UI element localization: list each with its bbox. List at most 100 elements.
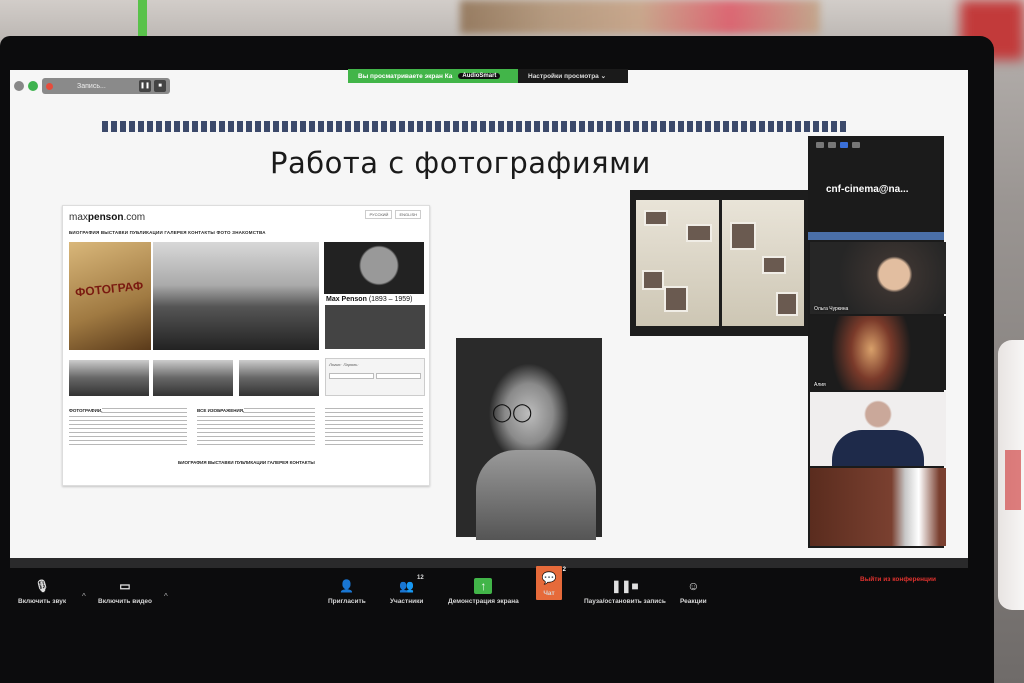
participants-count: 12 [417,575,424,581]
pause-stop-label: Пауза/остановить запись [584,598,666,605]
album-page-left [636,200,719,326]
recording-indicator: Запись... ❚❚ ■ [42,78,170,94]
site-logo-name: penson [87,212,124,223]
participants-panel: cnf-cinema@na... Ольга Чуркина Алия [808,136,946,548]
site-thumb [239,360,319,396]
slide-album-photo [630,190,810,336]
site-text-column [325,408,423,448]
recording-label: Запись... [77,82,106,90]
album-pages [636,200,804,326]
participant-shirt [832,430,924,466]
meeting-toolbar: 🎙 Включить звук ^ ▭ Включить видео ^ 👤 П… [10,566,968,620]
shield-icon[interactable] [28,81,38,91]
site-person-name: Max Penson (1893 – 1959) [326,296,412,303]
site-person-name-text: Max Penson [326,296,367,303]
invite-label: Пригласить [328,598,366,605]
album-page-right [721,200,804,326]
microphone-muted-icon: 🎙 [34,579,50,593]
site-photo-portrait [324,242,424,294]
background-object [138,0,147,38]
album-photo [686,224,712,242]
site-logo-suffix: .com [123,212,146,223]
record-dot-icon [46,82,53,90]
invite-button[interactable]: 👤 Пригласить [328,578,366,605]
chat-label: Чат [543,590,555,597]
host-name: cnf-cinema@na... [826,184,909,195]
participants-icon: 👥 12 [399,575,424,593]
pause-recording-button[interactable]: ❚❚ [139,80,151,92]
site-password-field [376,373,421,379]
participant-tile[interactable] [810,468,946,546]
leave-meeting-button[interactable]: Выйти из конференции [860,576,936,583]
site-person-years: (1893 – 1959) [368,296,413,303]
background-mug-print [1005,450,1021,510]
pause-stop-recording-button[interactable]: ❚❚■ Пауза/остановить запись [584,578,666,605]
view-options-label: Настройки просмотра ⌄ [528,73,607,80]
site-logo-prefix: max [69,212,88,223]
album-photo [729,222,756,250]
participant-tile[interactable]: Алия [810,316,946,390]
stop-recording-button[interactable]: ■ [154,80,166,92]
site-bio-block [325,305,425,349]
background-object [460,0,820,34]
portrait-glasses: ◯◯ [492,402,533,422]
share-banner-text: Вы просматриваете экран Ка [358,72,453,80]
site-password-label: Пароль: [343,362,359,367]
start-video-button[interactable]: ▭ Включить видео [98,578,152,605]
share-screen-label: Демонстрация экрана [448,598,519,605]
site-photo-poster: ФОТОГРАФ [69,242,151,350]
participant-name: Алия [814,382,826,388]
panel-view-icons [816,142,860,148]
share-screen-icon: ↑ [474,578,493,594]
participant-tile[interactable] [810,392,946,466]
portrait-body [476,450,596,540]
chat-count: 2 [562,567,566,573]
website-screenshot: maxpenson.com РУССКИЙ ENGLISH БИОГРАФИЯ … [62,205,430,486]
site-lang-ru: РУССКИЙ [365,210,393,219]
slide-portrait: ◯◯ [456,338,602,540]
share-banner-user: AudioSmart [458,73,501,79]
layout-icon[interactable] [828,142,836,148]
view-options-button[interactable]: Настройки просмотра ⌄ [518,69,628,83]
album-photo [664,286,688,312]
unmute-button[interactable]: 🎙 Включить звук [18,578,66,605]
expand-icon[interactable] [852,142,860,148]
site-thumb [69,360,149,396]
minimize-icon[interactable] [816,142,824,148]
site-nav: БИОГРАФИЯ ВЫСТАВКИ ПУБЛИКАЦИИ ГАЛЕРЕЯ КО… [69,230,266,235]
site-thumb [153,360,233,396]
chat-button[interactable]: 💬 2 Чат [536,566,566,600]
gallery-icon[interactable] [840,142,848,148]
panel-divider [808,232,944,240]
unmute-label: Включить звук [18,598,67,605]
site-login-field [329,373,374,379]
audio-options-chevron-icon[interactable]: ^ [82,592,86,601]
site-col-head: ФОТОГРАФИИ, [69,408,103,413]
site-lang-en: ENGLISH [395,210,421,219]
poster-text: ФОТОГРАФ [74,278,144,300]
site-logo: maxpenson.com [69,212,145,223]
pause-stop-icon: ❚❚■ [611,579,639,593]
add-user-icon: 👤 [339,579,355,593]
share-screen-button[interactable]: ↑ Демонстрация экрана [448,578,519,605]
site-photo-field [153,242,319,350]
site-login-fields [326,370,424,382]
reaction-smile-icon: ☺ [687,579,700,593]
slide-title: Работа с фотографиями [270,146,651,180]
album-photo [642,270,664,290]
participant-tile[interactable]: Ольга Чуркина [810,242,946,314]
slide-stripe [102,121,848,132]
site-footer-nav: БИОГРАФИЯ ВЫСТАВКИ ПУБЛИКАЦИИ ГАЛЕРЕЯ КО… [178,460,315,465]
participants-button[interactable]: 👥 12 Участники [390,575,424,605]
share-banner-status: Вы просматриваете экран Ка AudioSmart [348,69,518,83]
start-video-label: Включить видео [98,598,152,605]
share-banner: Вы просматриваете экран Ка AudioSmart На… [348,69,628,83]
video-options-chevron-icon[interactable]: ^ [164,592,168,601]
reactions-label: Реакции [680,598,707,605]
site-login-box: Логин: Пароль: [325,358,425,396]
album-photo [761,256,786,274]
chat-icon: 💬 2 [541,567,566,585]
site-login-label: Логин: [329,362,342,367]
info-icon[interactable] [14,81,24,91]
reactions-button[interactable]: ☺ Реакции [680,578,707,605]
